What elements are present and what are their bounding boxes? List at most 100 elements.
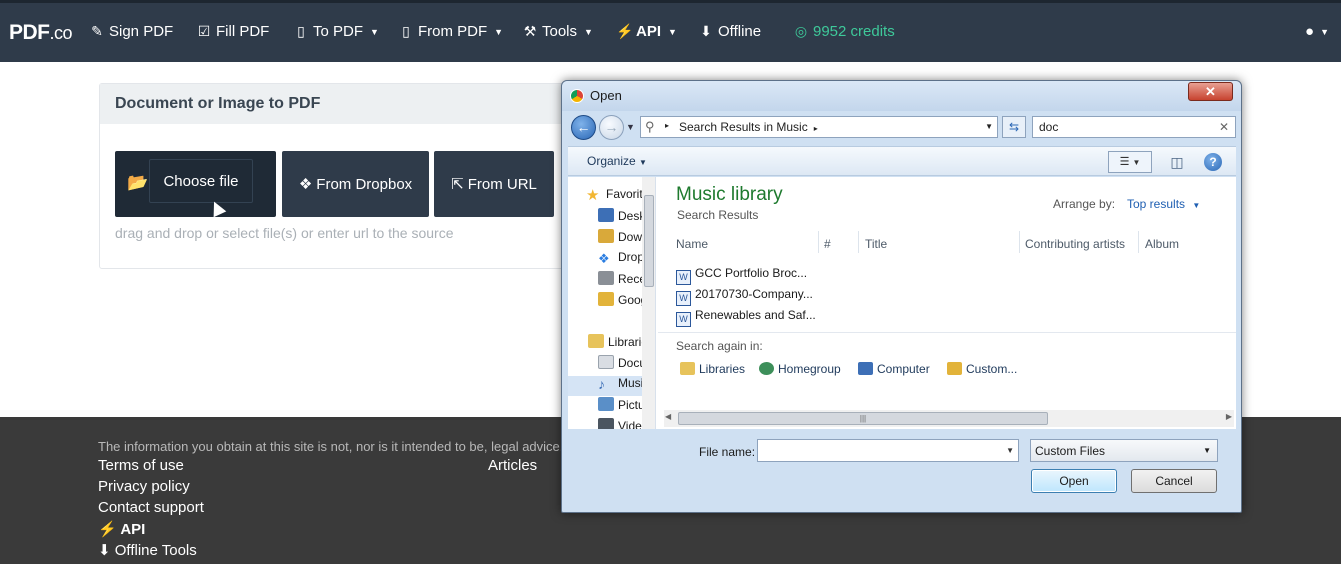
horizontal-scrollbar-thumb[interactable]: ||| xyxy=(678,412,1048,425)
back-button[interactable]: ← xyxy=(571,115,596,140)
privacy-link[interactable]: Privacy policy xyxy=(98,478,190,495)
custom-folder-icon xyxy=(947,362,962,375)
nav-credits[interactable]: ◎ 9952 credits xyxy=(793,23,895,40)
scroll-left-icon[interactable]: ◀ xyxy=(665,412,671,421)
offline-tools-link[interactable]: ⬇ Offline Tools xyxy=(98,541,197,559)
star-icon: ★ xyxy=(586,187,600,204)
file-name-input[interactable]: ▼ xyxy=(757,439,1019,462)
navigation-pane: ★Favorites Desktop Downloads ❖Dropbox Re… xyxy=(568,177,656,429)
dialog-title: Open xyxy=(590,88,622,103)
dialog-close-button[interactable]: ✕ xyxy=(1188,82,1233,101)
preview-pane-icon[interactable]: ◫ xyxy=(1166,151,1188,173)
column-number[interactable]: # xyxy=(824,237,831,251)
chevron-down-icon: ▼ xyxy=(1132,158,1141,167)
nav-tools[interactable]: ⚒ Tools ▼ xyxy=(522,23,593,40)
search-again-custom[interactable]: Custom... xyxy=(947,362,1017,376)
terms-link[interactable]: Terms of use xyxy=(98,457,184,474)
dialog-title-bar[interactable]: Open ✕ xyxy=(562,81,1241,111)
library-title: Music library xyxy=(676,184,783,205)
horizontal-scrollbar[interactable]: ◀ ||| ▶ xyxy=(664,410,1234,427)
organize-menu[interactable]: Organize ▼ xyxy=(587,154,647,168)
file-row[interactable]: W 20170730-Company... xyxy=(676,287,813,306)
choose-file-button[interactable]: 📂 Choose file xyxy=(115,151,276,217)
chevron-down-icon: ▼ xyxy=(1192,201,1201,210)
column-album[interactable]: Album xyxy=(1145,237,1179,251)
nav-sign-pdf[interactable]: ✎ Sign PDF xyxy=(89,23,173,40)
downloads-folder-icon xyxy=(598,229,614,243)
chevron-down-icon[interactable]: ▼ xyxy=(1006,446,1014,455)
column-divider[interactable] xyxy=(818,231,819,253)
dialog-toolbar: Organize ▼ ☰ ▼ ◫ ? xyxy=(568,146,1236,176)
arrange-by-dropdown[interactable]: Top results ▼ xyxy=(1127,197,1200,211)
contact-support-link[interactable]: Contact support xyxy=(98,499,204,516)
tree-scrollbar-thumb[interactable] xyxy=(644,195,654,287)
tree-item-music[interactable]: ♪ Music xyxy=(568,376,642,396)
search-again-label: Search again in: xyxy=(676,339,763,353)
search-again-libraries[interactable]: Libraries xyxy=(680,362,745,376)
search-icon: ⚲ xyxy=(645,119,655,134)
chevron-down-icon: ▼ xyxy=(639,158,647,167)
libraries-icon xyxy=(588,334,604,348)
nav-to-pdf-label: To PDF xyxy=(313,23,364,40)
change-view-button[interactable]: ☰ ▼ xyxy=(1108,151,1152,173)
download-icon: ⬇ xyxy=(98,542,111,559)
from-url-button[interactable]: ⇱ From URL xyxy=(434,151,554,217)
dialog-nav-row: ← → ▼ ⚲ ▸ Search Results in Music ▸ ▼ ⇆ d… xyxy=(568,114,1236,140)
file-row[interactable]: W Renewables and Saf... xyxy=(676,308,816,327)
column-divider[interactable] xyxy=(1138,231,1139,253)
nav-tools-label: Tools xyxy=(542,23,578,40)
brand-logo[interactable]: PDF.co xyxy=(9,21,73,45)
file-open-dialog: Open ✕ ← → ▼ ⚲ ▸ Search Results in Music… xyxy=(561,80,1242,513)
recent-places-icon xyxy=(598,271,614,285)
articles-link[interactable]: Articles xyxy=(488,457,537,474)
nav-fill-pdf[interactable]: ☑ Fill PDF xyxy=(196,23,270,40)
api-link[interactable]: ⚡ API xyxy=(98,520,145,538)
column-divider[interactable] xyxy=(858,231,859,253)
column-title[interactable]: Title xyxy=(865,237,887,251)
nav-to-pdf[interactable]: ▯ To PDF ▼ xyxy=(293,23,379,40)
recent-pages-dropdown[interactable]: ▼ xyxy=(626,122,635,132)
file-row[interactable]: W GCC Portfolio Broc... xyxy=(676,266,807,285)
refresh-button[interactable]: ⇆ xyxy=(1002,116,1026,138)
clear-search-icon[interactable]: ✕ xyxy=(1219,120,1229,134)
column-divider[interactable] xyxy=(1019,231,1020,253)
help-icon[interactable]: ? xyxy=(1204,153,1222,171)
file-type-select[interactable]: Custom Files ▼ xyxy=(1030,439,1218,462)
nav-api[interactable]: ⚡ API ▼ xyxy=(616,23,677,40)
plug-icon: ⚡ xyxy=(616,23,634,39)
results-pane: Music library Search Results Arrange by:… xyxy=(658,177,1236,429)
column-contributing-artists[interactable]: Contributing artists xyxy=(1025,237,1125,251)
chevron-down-icon: ▼ xyxy=(370,26,379,37)
divider xyxy=(658,332,1236,333)
search-again-computer[interactable]: Computer xyxy=(858,362,930,376)
chevron-down-icon[interactable]: ▼ xyxy=(985,122,993,131)
address-path: Search Results in Music xyxy=(679,120,808,134)
address-bar[interactable]: ⚲ ▸ Search Results in Music ▸ ▼ xyxy=(640,116,998,138)
dropbox-icon: ❖ xyxy=(298,176,313,193)
from-dropbox-button[interactable]: ❖ From Dropbox xyxy=(282,151,429,217)
cancel-button[interactable]: Cancel xyxy=(1131,469,1217,493)
column-name[interactable]: Name xyxy=(676,237,708,251)
scroll-right-icon[interactable]: ▶ xyxy=(1226,412,1232,421)
videos-icon xyxy=(598,418,614,429)
computer-icon xyxy=(858,362,873,375)
arrange-value: Top results xyxy=(1127,197,1186,211)
open-button[interactable]: Open xyxy=(1031,469,1117,493)
nav-offline-label: Offline xyxy=(718,23,762,40)
nav-from-pdf[interactable]: ▯ From PDF ▼ xyxy=(398,23,503,40)
drop-hint: drag and drop or select file(s) or enter… xyxy=(115,225,454,241)
organize-label: Organize xyxy=(587,154,636,168)
offline-tools-label: Offline Tools xyxy=(114,542,197,559)
dialog-search-input[interactable]: doc ✕ xyxy=(1032,116,1236,138)
nav-credits-label: 9952 credits xyxy=(813,23,895,40)
tree-item-label: Music xyxy=(618,376,642,390)
conversion-panel: Document or Image to PDF 📂 Choose file ❖… xyxy=(99,83,569,269)
top-navbar: PDF.co ✎ Sign PDF ☑ Fill PDF ▯ To PDF ▼ … xyxy=(0,0,1341,62)
word-document-icon: W xyxy=(676,291,691,306)
nav-offline[interactable]: ⬇ Offline xyxy=(698,23,761,40)
search-again-homegroup[interactable]: Homegroup xyxy=(759,362,841,376)
user-menu[interactable]: ● ▼ xyxy=(1305,23,1329,40)
checkbox-icon: ☑ xyxy=(197,23,211,39)
documents-icon xyxy=(598,355,614,369)
forward-button[interactable]: → xyxy=(599,115,624,140)
